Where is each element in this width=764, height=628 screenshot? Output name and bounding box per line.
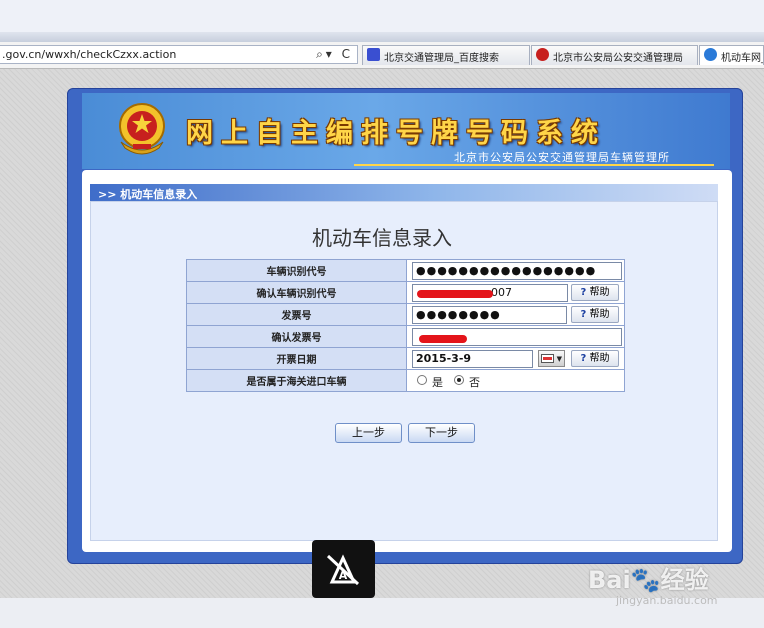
- help-icon: ?: [580, 353, 587, 364]
- no-translate-icon: A: [326, 554, 360, 586]
- browser-toolbar: .gov.cn/wwxh/checkCzxx.action ⌕▾ C 北京交通管…: [0, 42, 764, 69]
- invoice-date-label: 开票日期: [186, 347, 407, 370]
- breadcrumb-text: >> 机动车信息录入: [98, 188, 198, 201]
- row-confirm-vin: 确认车辆识别代号 007 ? 帮助: [186, 281, 625, 304]
- tab-label: 机动车网_: [721, 53, 764, 64]
- tab-vehicle-site[interactable]: 机动车网_: [699, 45, 764, 65]
- radio-no[interactable]: [454, 375, 464, 385]
- vin-label: 车辆识别代号: [186, 259, 407, 282]
- row-invoice-date: 开票日期 2015-3-9 ▼ ? 帮助: [186, 347, 625, 370]
- help-icon: ?: [580, 309, 587, 320]
- invoice-input[interactable]: ●●●●●●●●: [412, 306, 567, 324]
- row-confirm-invoice: 确认发票号: [186, 325, 625, 348]
- radio-yes-label: 是: [432, 376, 443, 389]
- row-customs-import: 是否属于海关进口车辆 是 否: [186, 369, 625, 392]
- police-emblem-icon: [536, 48, 549, 61]
- banner-title: 网上自主编排号牌号码系统: [186, 118, 606, 149]
- baidu-paw-icon: [367, 48, 380, 61]
- invoice-label: 发票号: [186, 303, 407, 326]
- ie-icon: [704, 48, 717, 61]
- redaction-mark: [417, 290, 493, 298]
- address-text: .gov.cn/wwxh/checkCzxx.action: [2, 48, 177, 61]
- browser-title-area: [0, 0, 764, 32]
- tab-traffic-bureau[interactable]: 北京市公安局公安交通管理局: [531, 45, 698, 65]
- tab-baidu-search[interactable]: 北京交通管理局_百度搜索: [362, 45, 530, 65]
- help-button-confirm-vin[interactable]: ? 帮助: [571, 284, 619, 301]
- banner-subtitle: 北京市公安局公安交通管理局车辆管理所: [454, 151, 670, 164]
- vin-input[interactable]: ●●●●●●●●●●●●●●●●●: [412, 262, 622, 280]
- help-icon: ?: [580, 287, 587, 298]
- police-emblem-icon: [119, 103, 165, 155]
- subtitle-rule: [354, 164, 714, 166]
- search-refresh-icons[interactable]: ⌕▾ C: [316, 47, 353, 62]
- help-button-invoice[interactable]: ? 帮助: [571, 306, 619, 323]
- paw-icon: 🐾: [630, 566, 661, 594]
- row-vin: 车辆识别代号 ●●●●●●●●●●●●●●●●●: [186, 259, 625, 282]
- confirm-invoice-label: 确认发票号: [186, 325, 407, 348]
- overlay-widget[interactable]: A: [312, 540, 375, 598]
- baidu-watermark: Bai🐾经验: [588, 566, 709, 594]
- confirm-vin-label: 确认车辆识别代号: [186, 281, 407, 304]
- watermark-url: jingyan.baidu.com: [616, 594, 718, 607]
- calendar-picker-button[interactable]: ▼: [538, 350, 565, 367]
- prev-step-button[interactable]: 上一步: [335, 423, 402, 443]
- browser-separator: [0, 32, 764, 42]
- tab-label: 北京交通管理局_百度搜索: [384, 53, 499, 64]
- row-invoice: 发票号 ●●●●●●●● ? 帮助: [186, 303, 625, 326]
- help-button-date[interactable]: ? 帮助: [571, 350, 619, 367]
- radio-no-label: 否: [469, 376, 480, 389]
- tab-label: 北京市公安局公安交通管理局: [553, 53, 683, 64]
- calendar-icon: [541, 354, 554, 363]
- vehicle-info-form: 车辆识别代号 ●●●●●●●●●●●●●●●●● 确认车辆识别代号 007 ? …: [186, 259, 625, 392]
- address-bar[interactable]: .gov.cn/wwxh/checkCzxx.action ⌕▾ C: [0, 45, 358, 64]
- invoice-date-input[interactable]: 2015-3-9: [412, 350, 533, 368]
- chevron-down-icon: ▼: [556, 355, 562, 363]
- radio-yes[interactable]: [417, 375, 427, 385]
- redaction-mark: [419, 335, 467, 343]
- page-title: 机动车信息录入: [312, 226, 452, 250]
- customs-import-label: 是否属于海关进口车辆: [186, 369, 407, 392]
- next-step-button[interactable]: 下一步: [408, 423, 475, 443]
